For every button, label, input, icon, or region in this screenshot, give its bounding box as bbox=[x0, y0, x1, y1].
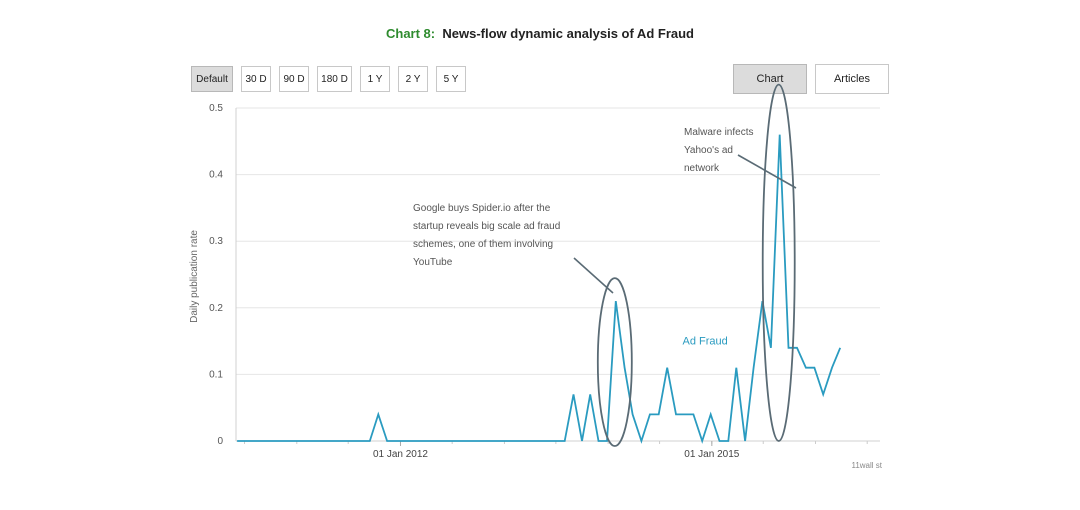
series-line-ad-fraud bbox=[237, 134, 842, 444]
annotation-leader-line bbox=[737, 154, 797, 189]
news-flow-chart: 0 0.1 0.2 0.3 0.4 0.5 01 Jan 2012 01 Jan 2015 Da… bbox=[189, 83, 880, 460]
annotation-text: network bbox=[684, 163, 720, 174]
y-tick-label: 0.4 bbox=[209, 170, 223, 181]
annotation-text: Google buys Spider.io after the bbox=[413, 203, 551, 214]
x-tick-label: 01 Jan 2015 bbox=[684, 449, 739, 460]
annotation-text: Yahoo's ad bbox=[684, 145, 733, 156]
y-tick-label: 0.1 bbox=[209, 369, 223, 380]
y-axis-label: Daily publication rate bbox=[189, 230, 200, 323]
series-label: Ad Fraud bbox=[683, 335, 728, 347]
source-label: 11wall st bbox=[851, 461, 882, 470]
y-tick-label: 0.3 bbox=[209, 236, 223, 247]
annotation-text: startup reveals big scale ad fraud bbox=[413, 221, 560, 232]
annotation-text: Malware infects bbox=[684, 127, 753, 138]
annotation-text: YouTube bbox=[413, 257, 453, 268]
y-tick-label: 0.2 bbox=[209, 303, 223, 314]
x-tick-label: 01 Jan 2012 bbox=[373, 449, 428, 460]
annotation-leader-line bbox=[573, 257, 614, 294]
y-tick-label: 0.5 bbox=[209, 103, 223, 114]
annotation-text: schemes, one of them involving bbox=[413, 239, 553, 250]
y-tick-label: 0 bbox=[217, 436, 223, 447]
